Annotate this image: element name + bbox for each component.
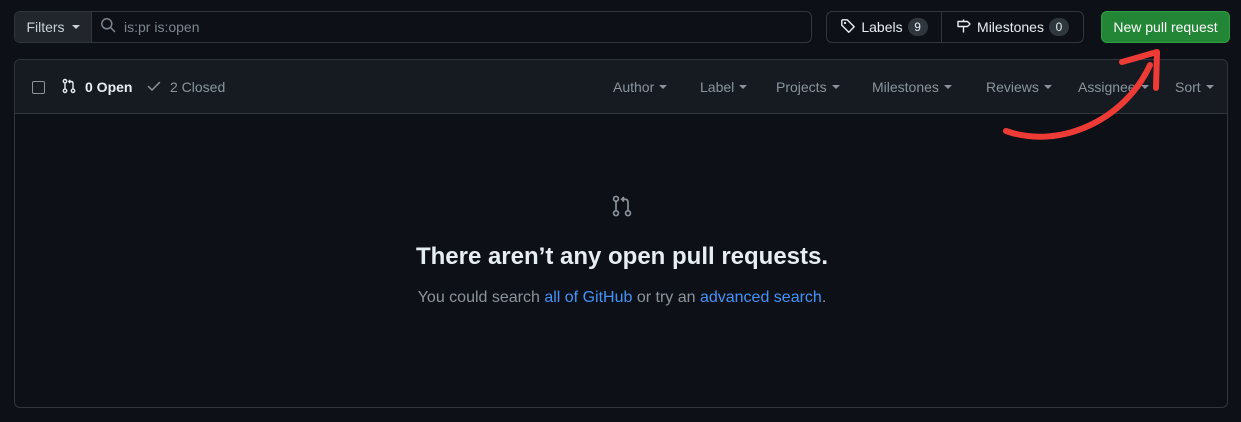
search-area[interactable]: [92, 12, 811, 42]
milestones-label: Milestones: [977, 19, 1044, 35]
reviews-filter[interactable]: Reviews: [986, 60, 1052, 114]
caret-down-icon: [71, 25, 80, 29]
blankslate-text: You could search all of GitHub or try an…: [15, 289, 1229, 307]
git-pull-request-icon: [610, 194, 634, 223]
labels-milestones-group: Labels 9 Milestones 0: [826, 11, 1084, 43]
blankslate-title: There aren’t any open pull requests.: [415, 243, 829, 270]
advanced-search-link[interactable]: advanced search: [700, 289, 822, 306]
milestone-icon: [956, 18, 972, 37]
projects-filter[interactable]: Projects: [776, 60, 840, 114]
assignee-filter-label: Assignee: [1078, 79, 1136, 95]
author-filter-label: Author: [613, 79, 655, 95]
milestones-filter-label: Milestones: [872, 79, 939, 95]
sort-filter-label: Sort: [1175, 79, 1201, 95]
caret-down-icon: [1205, 85, 1214, 89]
milestones-count: 0: [1048, 18, 1069, 36]
labels-button[interactable]: Labels 9: [827, 12, 942, 42]
labels-label: Labels: [861, 19, 903, 35]
closed-filter-link[interactable]: 2 Closed: [146, 60, 225, 114]
filters-button[interactable]: Filters: [15, 12, 92, 42]
tag-icon: [840, 18, 856, 37]
caret-down-icon: [831, 85, 840, 89]
label-filter[interactable]: Label: [700, 60, 748, 114]
check-icon: [146, 78, 162, 97]
milestones-filter[interactable]: Milestones: [872, 60, 952, 114]
closed-count-label: 2 Closed: [170, 79, 226, 95]
labels-count: 9: [907, 18, 928, 36]
list-header: 0 Open 2 Closed Author Label Projects Mi…: [15, 60, 1227, 114]
filter-search-bar: Filters: [14, 11, 812, 43]
search-icon: [100, 17, 116, 38]
label-filter-label: Label: [700, 79, 735, 95]
all-of-github-link[interactable]: all of GitHub: [544, 289, 632, 306]
caret-down-icon: [1043, 85, 1052, 89]
projects-filter-label: Projects: [776, 79, 827, 95]
caret-down-icon: [1140, 85, 1149, 89]
filters-label: Filters: [26, 19, 65, 35]
search-input[interactable]: [124, 19, 724, 35]
reviews-filter-label: Reviews: [986, 79, 1039, 95]
milestones-button[interactable]: Milestones 0: [942, 12, 1083, 42]
assignee-filter[interactable]: Assignee: [1078, 60, 1149, 114]
author-filter[interactable]: Author: [613, 60, 668, 114]
git-pull-request-icon: [61, 78, 77, 97]
blankslate-text-middle: or try an: [632, 289, 700, 306]
blankslate-text-after: .: [821, 289, 827, 306]
caret-down-icon: [943, 85, 952, 89]
new-pull-request-button[interactable]: New pull request: [1101, 11, 1230, 43]
sort-filter[interactable]: Sort: [1175, 60, 1214, 114]
select-all-checkbox[interactable]: [32, 81, 45, 94]
blankslate-text-before: You could search: [417, 289, 545, 306]
toolbar: Filters Labels 9 Milestones 0 New pull r…: [14, 11, 1230, 43]
open-filter-link[interactable]: 0 Open: [61, 60, 132, 114]
blankslate: There aren’t any open pull requests. You…: [15, 194, 1229, 307]
open-count-label: 0 Open: [85, 79, 133, 95]
caret-down-icon: [659, 85, 668, 89]
pull-request-list: 0 Open 2 Closed Author Label Projects Mi…: [14, 59, 1228, 408]
caret-down-icon: [739, 85, 748, 89]
